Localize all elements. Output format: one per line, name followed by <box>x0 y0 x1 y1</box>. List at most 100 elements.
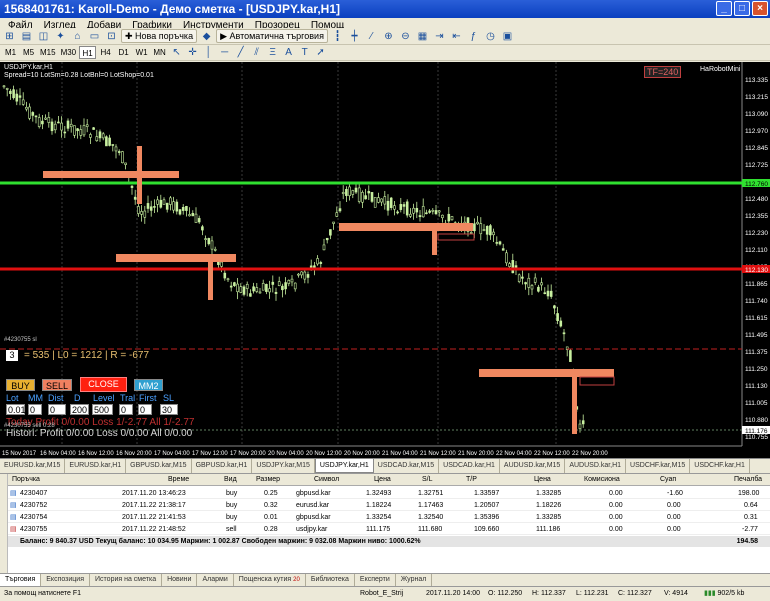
tab-alerts[interactable]: Аларми <box>197 574 234 586</box>
d-input[interactable]: 200 <box>70 404 89 415</box>
mm-input[interactable]: 0 <box>28 404 42 415</box>
fibonacci-icon[interactable]: Ξ <box>265 46 280 59</box>
profiles-icon[interactable]: ▤ <box>19 30 34 43</box>
candle-body <box>348 186 351 197</box>
chart-tab[interactable]: EURUSD.kar,M15 <box>0 459 66 473</box>
chart-tab[interactable]: AUDUSD.kar,H1 <box>565 459 627 473</box>
tab-trade[interactable]: Търговия <box>0 574 42 586</box>
tab-mailbox[interactable]: Пощенска кутия 20 <box>234 574 306 586</box>
col-commission[interactable]: Комисиона <box>584 474 620 485</box>
periods-icon[interactable]: ◷ <box>483 30 498 43</box>
tab-library[interactable]: Библиотека <box>306 574 355 586</box>
tab-journal[interactable]: Журнал <box>396 574 433 586</box>
cell-sl: 1.17463 <box>418 502 444 509</box>
lot-input[interactable]: 0.01 <box>6 404 26 415</box>
tab-account-history[interactable]: История на сметка <box>90 574 163 586</box>
col-size[interactable]: Размер <box>256 474 280 485</box>
chart-tab[interactable]: GBPUSD.kar,M15 <box>126 459 192 473</box>
chart-shift-icon[interactable]: ⇤ <box>449 30 464 43</box>
buy-button[interactable]: BUY <box>6 379 35 391</box>
templates-icon[interactable]: ▣ <box>500 30 515 43</box>
candle-body <box>226 278 230 281</box>
tf-h4[interactable]: H4 <box>97 46 114 59</box>
first-input[interactable]: 0 <box>138 404 152 415</box>
maximize-button[interactable]: □ <box>734 1 750 16</box>
tf-d1[interactable]: D1 <box>115 46 132 59</box>
new-order-button[interactable]: ✚ Нова поръчка <box>121 29 198 43</box>
autoscroll-icon[interactable]: ⇥ <box>432 30 447 43</box>
tf-m30[interactable]: M30 <box>59 46 79 59</box>
channel-icon[interactable]: ⫽ <box>249 46 264 59</box>
mm2-button[interactable]: MM2 <box>134 379 163 391</box>
col-profit[interactable]: Печалба <box>734 474 762 485</box>
trendline-icon[interactable]: ╱ <box>233 46 248 59</box>
chart-tab[interactable]: USDCHF.kar,M15 <box>626 459 691 473</box>
line-chart-icon[interactable]: ⁄ <box>364 30 379 43</box>
auto-trading-button[interactable]: ▶ Автоматична търговия <box>216 29 328 43</box>
chart-tab[interactable]: USDCAD.kar,M15 <box>374 459 440 473</box>
tab-news[interactable]: Новини <box>162 574 198 586</box>
new-chart-icon[interactable]: ⊞ <box>2 30 17 43</box>
col-symbol[interactable]: Символ <box>314 474 339 485</box>
sell-button[interactable]: SELL <box>42 379 72 391</box>
tf-w1[interactable]: W1 <box>133 46 150 59</box>
navigator-icon[interactable]: ⌂ <box>70 30 85 43</box>
window-title: 1568401761: Karoll-Demo - Демо сметка - … <box>4 2 340 16</box>
market-watch-icon[interactable]: ◫ <box>36 30 51 43</box>
price-chart[interactable]: 113.335 113.215 113.090 112.970 112.845 112.7… <box>0 62 770 458</box>
table-row[interactable]: ▤ 4230752 2017.11.22 21:38:17 buy 0.32 e… <box>8 500 770 511</box>
tab-exposure[interactable]: Експозиция <box>41 574 91 586</box>
close-button[interactable]: CLOSE <box>80 377 127 392</box>
lot-label: Lot <box>6 393 19 403</box>
minimize-button[interactable]: _ <box>716 1 732 16</box>
tf-m1[interactable]: M1 <box>2 46 19 59</box>
cell-profit: 198.00 <box>738 490 760 497</box>
zoom-in-icon[interactable]: ⊕ <box>381 30 396 43</box>
indicators-icon[interactable]: ƒ <box>466 30 481 43</box>
table-row[interactable]: ▤ 4230407 2017.11.20 13:46:23 buy 0.25 g… <box>8 488 770 499</box>
arrow-icon[interactable]: ➚ <box>313 46 328 59</box>
sl-input[interactable]: 30 <box>160 404 178 415</box>
tf-mn[interactable]: MN <box>151 46 168 59</box>
tab-experts[interactable]: Експерти <box>355 574 396 586</box>
col-price[interactable]: Цена <box>374 474 391 485</box>
tf-m5[interactable]: M5 <box>20 46 37 59</box>
text-icon[interactable]: A <box>281 46 296 59</box>
label-icon[interactable]: T <box>297 46 312 59</box>
chart-tab[interactable]: USDCHF.kar,H1 <box>690 459 750 473</box>
metaeditor-icon[interactable]: ◆ <box>199 30 214 43</box>
bar-chart-icon[interactable]: ┇ <box>330 30 345 43</box>
crosshair-icon[interactable]: ✛ <box>185 46 200 59</box>
cursor-icon[interactable]: ↖ <box>169 46 184 59</box>
tf-m15[interactable]: M15 <box>38 46 58 59</box>
terminal-icon[interactable]: ▭ <box>87 30 102 43</box>
col-sl[interactable]: S/L <box>422 474 433 485</box>
chart-tab-active[interactable]: USDJPY.kar,H1 <box>314 459 374 473</box>
col-time[interactable]: Време <box>168 474 189 485</box>
chart-tab[interactable]: GBPUSD.kar,H1 <box>192 459 253 473</box>
zone-bar <box>137 146 142 204</box>
close-window-button[interactable]: × <box>752 1 768 16</box>
col-type[interactable]: Вид <box>224 474 237 485</box>
tile-windows-icon[interactable]: ▦ <box>415 30 430 43</box>
chart-tab[interactable]: USDCAD.kar,H1 <box>439 459 500 473</box>
col-swap[interactable]: Суап <box>660 474 676 485</box>
col-current-price[interactable]: Цена <box>534 474 551 485</box>
candlestick-icon[interactable]: ┿ <box>347 30 362 43</box>
tf-h1[interactable]: H1 <box>79 46 97 59</box>
dist-input[interactable]: 0 <box>48 404 66 415</box>
data-window-icon[interactable]: ✦ <box>53 30 68 43</box>
table-row[interactable]: ▤ 4230755 2017.11.22 21:48:52 sell 0.28 … <box>8 524 770 535</box>
level-input[interactable]: 500 <box>92 404 113 415</box>
chart-tab[interactable]: EURUSD.kar,H1 <box>65 459 127 473</box>
table-row[interactable]: ▤ 4230754 2017.11.22 21:41:53 buy 0.01 g… <box>8 512 770 523</box>
horizontal-line-icon[interactable]: ─ <box>217 46 232 59</box>
tral-input[interactable]: 0 <box>119 404 133 415</box>
chart-tab[interactable]: AUDUSD.kar,M15 <box>500 459 566 473</box>
vertical-line-icon[interactable]: │ <box>201 46 216 59</box>
col-tp[interactable]: T/P <box>466 474 477 485</box>
col-order[interactable]: Поръчка <box>12 474 40 485</box>
strategy-tester-icon[interactable]: ⊡ <box>104 30 119 43</box>
chart-tab[interactable]: USDJPY.kar,M15 <box>252 459 315 473</box>
zoom-out-icon[interactable]: ⊖ <box>398 30 413 43</box>
